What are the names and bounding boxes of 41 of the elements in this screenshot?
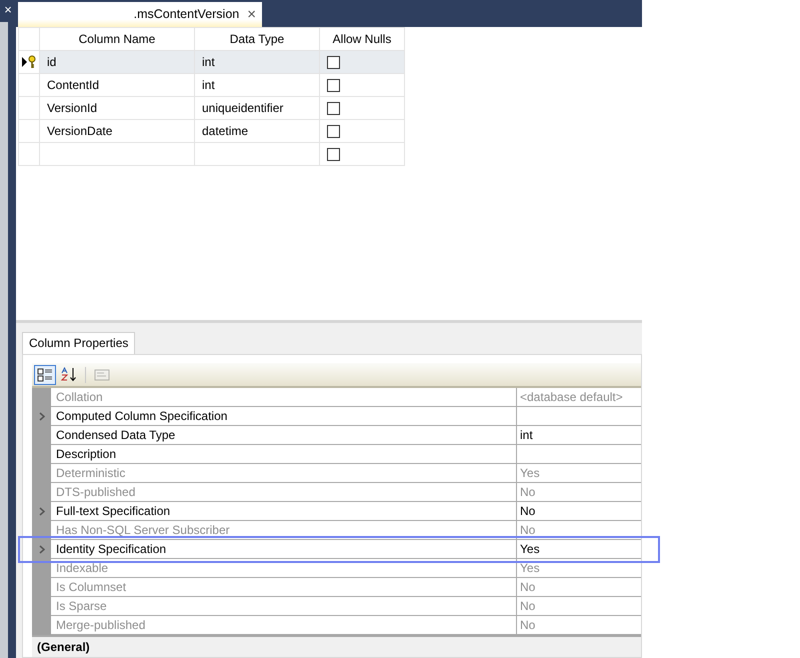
table-cell: int	[202, 78, 215, 92]
column-header: Allow Nulls	[320, 27, 404, 50]
sort-icon	[61, 367, 77, 382]
column-header: Data Type	[194, 27, 320, 50]
panel-tab[interactable]: Column Properties	[22, 332, 136, 354]
property-name[interactable]: Description	[51, 445, 516, 464]
expand-icon[interactable]	[38, 507, 44, 516]
table-cell: uniqueidentifier	[202, 100, 284, 115]
close-button[interactable]: ×	[247, 6, 256, 23]
property-pages-icon	[94, 368, 110, 382]
checkbox[interactable]	[327, 56, 340, 69]
column-header: Column Name	[40, 27, 194, 50]
property-value[interactable]	[516, 407, 641, 426]
categorized-button[interactable]	[34, 364, 56, 384]
checkbox[interactable]	[327, 102, 340, 115]
description-title: (General)	[32, 635, 641, 657]
table-cell: VersionId	[47, 100, 98, 115]
property-value[interactable]: No	[516, 502, 641, 521]
property-name[interactable]: Condensed Data Type	[51, 426, 516, 445]
property-name[interactable]: Identity Specification	[51, 540, 516, 559]
table-cell: VersionDate	[47, 124, 112, 138]
close-button[interactable]: ×	[0, 0, 16, 22]
table-cell: datetime	[202, 124, 248, 138]
checkbox[interactable]	[327, 124, 340, 138]
document-tab[interactable]: .msContentVersion ×	[18, 2, 262, 27]
table-cell: ContentId	[47, 78, 100, 92]
property-value[interactable]	[516, 445, 641, 464]
key-icon	[21, 54, 37, 69]
table-cell: int	[202, 54, 215, 69]
tab-title: .msContentVersion	[134, 7, 240, 22]
checkbox[interactable]	[327, 78, 340, 92]
property-value[interactable]: int	[516, 426, 641, 445]
checkbox[interactable]	[327, 148, 340, 161]
expand-icon[interactable]	[38, 545, 44, 554]
categorized-icon	[37, 368, 53, 382]
expand-icon[interactable]	[38, 412, 44, 421]
table-cell: id	[47, 54, 56, 69]
row-header[interactable]	[18, 50, 40, 74]
property-name[interactable]: Full-text Specification	[51, 502, 516, 521]
property-value[interactable]: Yes	[516, 540, 641, 559]
property-name[interactable]: Computed Column Specification	[51, 407, 516, 426]
